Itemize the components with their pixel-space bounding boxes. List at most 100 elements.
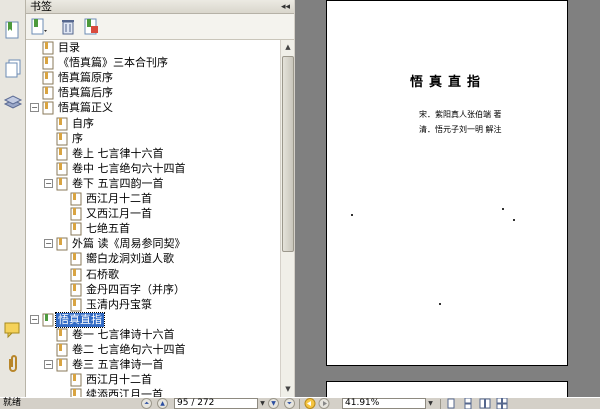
- bookmark-label: 悟真篇后序: [58, 86, 113, 100]
- bookmark-icon: [70, 252, 82, 266]
- collapse-toggle-icon[interactable]: −: [44, 360, 53, 370]
- collapse-toggle-icon[interactable]: −: [44, 178, 53, 188]
- navigation-icon-strip: [0, 0, 26, 397]
- collapse-panel-button[interactable]: ◂◂: [281, 0, 290, 14]
- bookmark-item[interactable]: − 悟真篇正义: [26, 101, 280, 115]
- bookmark-icon: [42, 86, 54, 100]
- bookmark-item[interactable]: 《悟真篇》三本合刊序: [26, 56, 280, 70]
- single-page-icon[interactable]: [445, 398, 457, 409]
- bookmark-icon: [70, 207, 82, 221]
- bookmark-label: 卷一 七言律诗十六首: [72, 327, 175, 341]
- bookmark-icon: [42, 56, 54, 70]
- bookmark-item[interactable]: 金丹四百字（并序）: [26, 283, 280, 297]
- scroll-down-icon[interactable]: ▼: [282, 383, 294, 396]
- attachments-panel-icon[interactable]: [3, 354, 23, 374]
- bookmark-item[interactable]: 卷上 七言律十六首: [26, 147, 280, 161]
- bookmark-icon: [42, 101, 54, 115]
- bookmark-icon: [42, 41, 54, 55]
- bookmark-label: 序: [72, 131, 83, 145]
- bookmark-label: 卷三 五言律诗一首: [72, 358, 164, 372]
- bookmark-icon: [42, 313, 54, 327]
- bookmark-item[interactable]: 续添西江月一首: [26, 388, 280, 397]
- bookmark-label: 悟真篇原序: [58, 71, 113, 85]
- zoom-dropdown-icon[interactable]: ▼: [426, 398, 435, 409]
- bookmark-icon: [70, 192, 82, 206]
- page-dropdown-icon[interactable]: ▼: [258, 398, 267, 409]
- collapse-toggle-icon[interactable]: −: [44, 239, 53, 249]
- continuous-icon[interactable]: [462, 398, 474, 409]
- bookmark-icon: [56, 132, 68, 146]
- first-page-icon[interactable]: ⏶: [141, 398, 152, 409]
- collapse-toggle-icon[interactable]: −: [30, 314, 39, 324]
- page-speck: [513, 219, 515, 221]
- bookmark-item[interactable]: − 卷三 五言律诗一首: [26, 358, 280, 372]
- bookmark-label: 卷二 七言绝句六十四首: [72, 343, 186, 356]
- delete-bookmark-icon[interactable]: [59, 18, 77, 36]
- page-number-field[interactable]: 95 / 272: [174, 398, 258, 409]
- bookmark-icon: [70, 283, 82, 297]
- bookmark-item[interactable]: 悟真篇原序: [26, 71, 280, 85]
- scrollbar-thumb[interactable]: [282, 56, 294, 252]
- bookmark-icon: [56, 147, 68, 161]
- bookmark-label: 续添西江月一首: [86, 388, 163, 397]
- bookmark-icon: [42, 71, 54, 85]
- bookmark-item[interactable]: 玉清内丹宝箓: [26, 298, 280, 312]
- document-view[interactable]: 悟真直指 宋．紫阳真人张伯端 著 清．悟元子刘一明 解注: [295, 0, 600, 397]
- bookmark-item[interactable]: 卷中 七言绝句六十四首: [26, 162, 280, 176]
- bookmark-label: 西江月十二首: [86, 373, 152, 387]
- bookmark-tree: 目录《悟真篇》三本合刊序 悟真篇原序 悟真篇后序 − 悟真篇正义自序序卷上 七言律十六首…: [26, 40, 280, 397]
- facing-icon[interactable]: [479, 398, 491, 409]
- bookmark-item[interactable]: 嚮白龙洞刘道人歌: [26, 252, 280, 266]
- bookmark-icon: [70, 298, 82, 312]
- bookmark-item[interactable]: 石桥歌: [26, 268, 280, 282]
- layers-panel-icon[interactable]: [3, 92, 23, 112]
- bookmark-item[interactable]: − 外篇 读《周易参同契》: [26, 237, 280, 251]
- bookmarks-panel-icon[interactable]: [3, 20, 23, 40]
- bookmark-icon: [70, 388, 82, 397]
- bookmark-item[interactable]: 西江月十二首: [26, 192, 280, 206]
- bookmark-item[interactable]: 自序: [26, 117, 280, 131]
- previous-page-icon[interactable]: ▲: [157, 398, 168, 409]
- bookmarks-panel: 书签 ◂◂ 目录 《悟真篇》三本合刊序 悟真篇原序 悟真篇后序 − 悟真篇正义 自序序卷上 …: [26, 0, 294, 397]
- next-page-icon[interactable]: ▼: [268, 398, 279, 409]
- book-title: 悟真直指: [409, 75, 486, 90]
- bookmark-label: 目录: [58, 41, 80, 54]
- bookmark-item[interactable]: 目录: [26, 41, 280, 55]
- bookmark-options-icon[interactable]: [30, 18, 48, 36]
- zoom-field[interactable]: 41.91%: [342, 398, 426, 409]
- new-bookmark-icon[interactable]: [82, 18, 100, 36]
- bookmark-item[interactable]: 西江月十二首: [26, 373, 280, 387]
- bookmark-label: 七绝五首: [86, 222, 130, 236]
- bookmark-tree-scrollbar[interactable]: ▲ ▼: [280, 40, 294, 397]
- next-page-preview: [326, 381, 568, 397]
- bookmark-item[interactable]: 又西江月一首: [26, 207, 280, 221]
- bookmark-item[interactable]: 序: [26, 132, 280, 146]
- bookmark-item[interactable]: − 卷下 五言四韵一首: [26, 177, 280, 191]
- bookmark-label: 悟真篇正义: [58, 101, 113, 115]
- bookmark-label: 卷下 五言四韵一首: [72, 176, 164, 190]
- document-page: 悟真直指 宋．紫阳真人张伯端 著 清．悟元子刘一明 解注: [326, 0, 568, 366]
- bookmark-item[interactable]: 卷二 七言绝句六十四首: [26, 343, 280, 357]
- bookmark-item[interactable]: 七绝五首: [26, 222, 280, 236]
- bookmark-icon: [56, 237, 68, 251]
- bookmark-item[interactable]: 卷一 七言律诗十六首: [26, 328, 280, 342]
- last-page-icon[interactable]: ⏷: [284, 398, 295, 409]
- bookmark-icon: [70, 268, 82, 281]
- go-back-icon[interactable]: [304, 398, 316, 409]
- bookmark-icon: [56, 358, 68, 372]
- panel-toolbar: [26, 14, 294, 40]
- page-speck: [351, 214, 353, 216]
- comments-panel-icon[interactable]: [3, 320, 23, 340]
- bookmark-item[interactable]: − 悟真直指: [26, 311, 280, 328]
- bookmark-item[interactable]: 悟真篇后序: [26, 86, 280, 100]
- continuous-facing-icon[interactable]: [496, 398, 508, 409]
- collapse-toggle-icon[interactable]: −: [30, 103, 39, 113]
- status-text: 就绪: [3, 398, 22, 408]
- pages-panel-icon[interactable]: [3, 58, 23, 78]
- bookmark-icon: [56, 328, 68, 342]
- bookmark-label: 悟真直指: [55, 311, 105, 328]
- go-forward-icon[interactable]: [318, 398, 330, 409]
- author-line-1: 宋．紫阳真人张伯端 著: [419, 110, 502, 119]
- scroll-up-icon[interactable]: ▲: [282, 41, 294, 54]
- bookmark-icon: [56, 343, 68, 357]
